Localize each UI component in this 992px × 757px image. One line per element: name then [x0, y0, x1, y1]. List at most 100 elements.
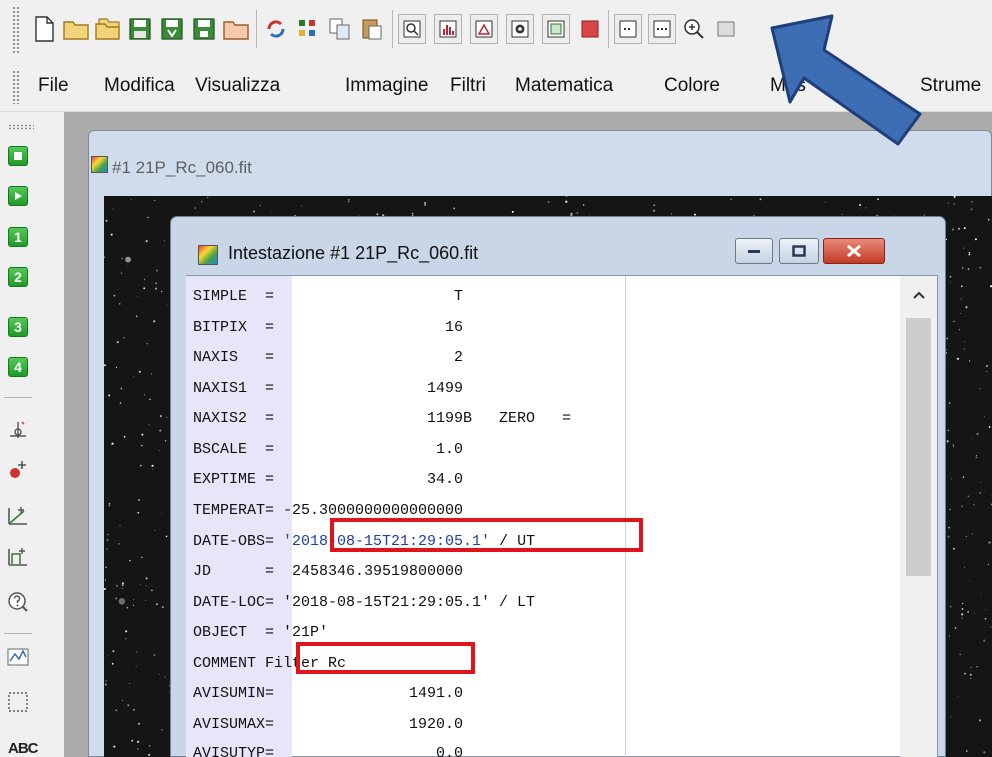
star-dot	[135, 665, 137, 667]
tool-3-button[interactable]: 3	[6, 315, 30, 339]
overflow-icon[interactable]	[712, 14, 740, 44]
selection-grid-icon[interactable]	[6, 690, 30, 714]
copy-icon[interactable]	[326, 14, 354, 44]
star-dot	[412, 212, 414, 215]
crosshair-icon[interactable]	[6, 418, 30, 442]
star-dot	[958, 329, 960, 331]
header-line: TEMPERAT= -25.3000000000000000	[193, 502, 464, 519]
star-dot	[139, 584, 141, 586]
star-dot	[123, 435, 126, 438]
star-marker-icon[interactable]	[6, 458, 30, 482]
close-button[interactable]	[823, 238, 885, 264]
text-tool-label[interactable]: ABC	[8, 740, 38, 757]
star-dot	[945, 352, 948, 354]
star-dot	[139, 464, 142, 467]
star-dot	[453, 207, 456, 210]
star-dot	[948, 635, 950, 637]
star-dot	[841, 213, 843, 215]
star-dot	[137, 740, 140, 743]
right-margin-line	[625, 276, 626, 757]
star-dot	[423, 203, 427, 206]
star-dot	[974, 238, 977, 241]
star-dot	[105, 219, 108, 222]
star-dot	[106, 655, 108, 656]
star-dot	[963, 247, 965, 249]
scrollbar-thumb[interactable]	[906, 318, 931, 576]
plot-icon[interactable]	[6, 544, 30, 568]
measure-icon[interactable]	[6, 503, 30, 527]
histogram-icon[interactable]	[434, 14, 462, 44]
star-dot	[956, 357, 960, 360]
menu-maschera[interactable]: Mas	[770, 75, 806, 97]
tool-4-button[interactable]: 4	[6, 355, 30, 379]
star-dot	[127, 704, 129, 706]
star-dot	[271, 212, 272, 214]
star-dot	[967, 610, 970, 613]
stop-icon[interactable]	[6, 144, 30, 168]
open-folder-icon[interactable]	[62, 14, 90, 44]
star-dot	[112, 650, 115, 653]
image-tool-icon[interactable]	[576, 14, 604, 44]
star-dot	[119, 303, 121, 305]
maximize-button[interactable]	[779, 238, 819, 264]
paste-icon[interactable]	[358, 14, 386, 44]
refresh-icon[interactable]	[262, 14, 290, 44]
menu-modifica[interactable]: Modifica	[104, 75, 175, 97]
new-file-icon[interactable]	[30, 14, 58, 44]
more-dots-window-icon[interactable]	[648, 14, 676, 44]
tool-2-button[interactable]: 2	[6, 265, 30, 289]
header-line: JD = 2458346.39519800000	[193, 563, 464, 580]
star-dot	[129, 559, 131, 562]
menu-matematica[interactable]: Matematica	[515, 75, 613, 97]
star-dot	[971, 533, 973, 535]
menu-visualizza[interactable]: Visualizza	[195, 75, 280, 97]
star-dot	[964, 672, 966, 675]
folder-icon[interactable]	[222, 14, 250, 44]
star-dot	[141, 556, 143, 559]
star-dot	[153, 654, 156, 656]
scroll-up-button[interactable]	[900, 276, 937, 314]
star-dot	[963, 227, 966, 230]
tool-1-button[interactable]: 1	[6, 225, 30, 249]
minimize-button[interactable]	[735, 238, 773, 264]
star-dot	[301, 205, 302, 207]
star-dot	[965, 535, 967, 537]
star-dot	[125, 256, 131, 263]
menu-filtri[interactable]: Filtri	[450, 75, 486, 97]
toolbox-grip[interactable]	[8, 124, 34, 130]
graph-icon[interactable]	[6, 645, 30, 669]
menu-file[interactable]: File	[38, 75, 69, 97]
star-dot	[110, 233, 113, 236]
menu-colore[interactable]: Colore	[664, 75, 720, 97]
menu-immagine[interactable]: Immagine	[345, 75, 428, 97]
star-dot	[148, 424, 150, 426]
play-icon[interactable]	[6, 184, 30, 208]
open-multiple-icon[interactable]	[94, 14, 122, 44]
zoom-in-icon[interactable]	[680, 14, 708, 44]
star-dot	[583, 204, 585, 206]
dots-window-icon[interactable]	[614, 14, 642, 44]
save-as-icon[interactable]	[158, 14, 186, 44]
star-dot	[946, 440, 949, 443]
star-dot	[154, 199, 156, 202]
menu-strumenti[interactable]: Strume	[920, 75, 981, 97]
star-dot	[970, 208, 973, 211]
chevron-up-icon	[912, 291, 925, 299]
star-dot	[159, 429, 162, 432]
menubar-grip[interactable]	[12, 70, 20, 104]
star-dot	[824, 201, 826, 203]
star-dot	[158, 673, 160, 675]
zoom-window-icon[interactable]	[398, 14, 426, 44]
help-icon[interactable]	[6, 590, 30, 614]
star-dot	[983, 639, 986, 642]
star-dot	[969, 580, 971, 582]
star-dot	[165, 535, 168, 538]
toolbar-grip[interactable]	[12, 6, 20, 54]
save-all-icon[interactable]	[190, 14, 218, 44]
triangle-tool-icon[interactable]	[470, 14, 498, 44]
target-icon[interactable]	[506, 14, 534, 44]
save-icon[interactable]	[126, 14, 154, 44]
star-dot	[111, 442, 114, 445]
header-view-icon[interactable]	[542, 14, 570, 44]
pixels-icon[interactable]	[294, 14, 322, 44]
